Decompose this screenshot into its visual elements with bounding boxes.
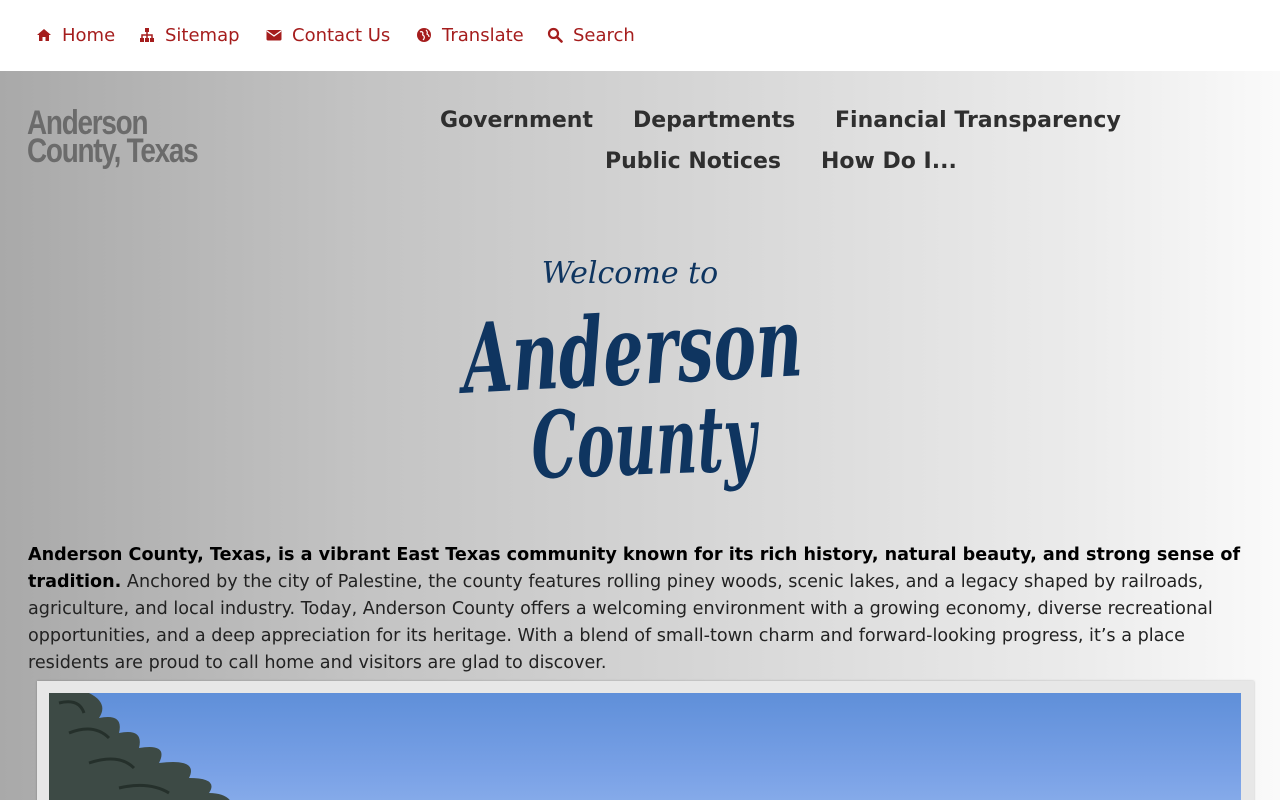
nav-how-do-i[interactable]: How Do I... bbox=[821, 149, 957, 174]
contact-us-label: Contact Us bbox=[292, 24, 391, 46]
nav-government[interactable]: Government bbox=[440, 108, 593, 133]
utility-bar: Home Sitemap Contact Us Translate Search bbox=[0, 0, 1280, 71]
translate-label: Translate bbox=[442, 24, 524, 46]
logo-county-text: County bbox=[530, 384, 762, 500]
intro-paragraph: Anderson County, Texas, is a vibrant Eas… bbox=[28, 542, 1250, 677]
search-link[interactable]: Search bbox=[547, 24, 635, 46]
envelope-icon bbox=[266, 27, 282, 43]
home-icon bbox=[36, 27, 52, 43]
welcome-logo: Welcome to Anderson County bbox=[454, 256, 805, 500]
nav-financial-transparency[interactable]: Financial Transparency bbox=[835, 108, 1121, 133]
intro-body: Anchored by the city of Palestine, the c… bbox=[28, 571, 1213, 673]
sitemap-link[interactable]: Sitemap bbox=[139, 24, 240, 46]
home-label: Home bbox=[62, 24, 116, 46]
sitemap-label: Sitemap bbox=[165, 24, 240, 46]
tree-silhouette bbox=[49, 693, 230, 800]
nav-public-notices[interactable]: Public Notices bbox=[605, 149, 781, 174]
search-label: Search bbox=[573, 24, 635, 46]
featured-photo bbox=[49, 693, 1241, 800]
contact-us-link[interactable]: Contact Us bbox=[266, 24, 390, 46]
featured-photo-frame bbox=[37, 681, 1254, 800]
search-icon bbox=[547, 27, 563, 43]
logo-welcome-text: Welcome to bbox=[542, 256, 718, 291]
hero-section: Anderson County, Texas Government Depart… bbox=[0, 71, 1280, 800]
globe-icon bbox=[416, 27, 432, 43]
site-title[interactable]: Anderson County, Texas bbox=[27, 106, 224, 168]
nav-departments[interactable]: Departments bbox=[633, 108, 795, 133]
sitemap-icon bbox=[139, 27, 155, 43]
home-link[interactable]: Home bbox=[36, 24, 115, 46]
translate-link[interactable]: Translate bbox=[416, 24, 524, 46]
